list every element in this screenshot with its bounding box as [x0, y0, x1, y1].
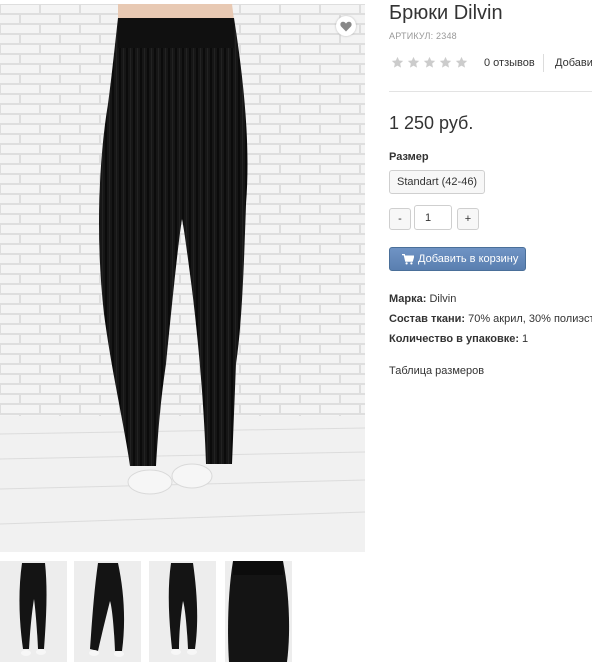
main-product-image[interactable]	[0, 4, 365, 552]
attribute-value: 1	[519, 333, 529, 345]
attribute-value: 70% акрил, 30% полиэстер	[468, 313, 592, 325]
attribute-brand: Марка: Dilvin	[389, 293, 592, 313]
thumbnail-1[interactable]	[0, 561, 67, 662]
product-attributes: Марка: Dilvin Состав ткани: 70% акрил, 3…	[389, 293, 592, 353]
rating-bar: 0 отзывов Добави	[389, 54, 592, 72]
product-page: Брюки Dilvin АРТИКУЛ: 2348 0 отзывов Доб…	[0, 0, 592, 664]
product-price: 1 250 руб.	[389, 113, 474, 133]
size-table-link[interactable]: Таблица размеров	[389, 365, 484, 377]
attribute-pack-quantity: Количество в упаковке: 1	[389, 333, 592, 353]
rating-stars[interactable]	[391, 56, 468, 69]
star-icon[interactable]	[455, 56, 468, 69]
star-icon[interactable]	[391, 56, 404, 69]
product-title: Брюки Dilvin	[389, 2, 503, 24]
star-icon[interactable]	[439, 56, 452, 69]
product-sku: АРТИКУЛ: 2348	[389, 31, 457, 41]
quantity-decrease-button[interactable]: -	[389, 208, 411, 230]
quantity-increase-button[interactable]: +	[457, 208, 479, 230]
thumbnail-3[interactable]	[149, 561, 216, 662]
size-option-label: Размер	[389, 151, 429, 163]
attribute-fabric: Состав ткани: 70% акрил, 30% полиэстер	[389, 313, 592, 333]
attribute-value: Dilvin	[426, 293, 457, 305]
add-review-link[interactable]: Добави	[555, 57, 592, 69]
thumbnail-2[interactable]	[74, 561, 141, 662]
star-icon[interactable]	[407, 56, 420, 69]
attribute-key: Количество в упаковке:	[389, 333, 519, 345]
attribute-key: Марка:	[389, 293, 427, 305]
wishlist-button[interactable]	[336, 16, 356, 36]
quantity-input[interactable]	[414, 205, 452, 230]
add-to-cart-label: Добавить в корзину	[418, 253, 519, 265]
heart-icon	[340, 21, 352, 31]
shopping-cart-icon	[402, 253, 414, 264]
star-icon[interactable]	[423, 56, 436, 69]
divider	[389, 91, 592, 92]
add-to-cart-button[interactable]: Добавить в корзину	[389, 247, 526, 271]
rating-divider	[543, 54, 544, 72]
attribute-key: Состав ткани:	[389, 313, 466, 325]
size-option-button[interactable]: Standart (42-46)	[389, 170, 486, 194]
reviews-link[interactable]: 0 отзывов	[484, 57, 535, 69]
thumbnail-4[interactable]	[225, 561, 292, 662]
